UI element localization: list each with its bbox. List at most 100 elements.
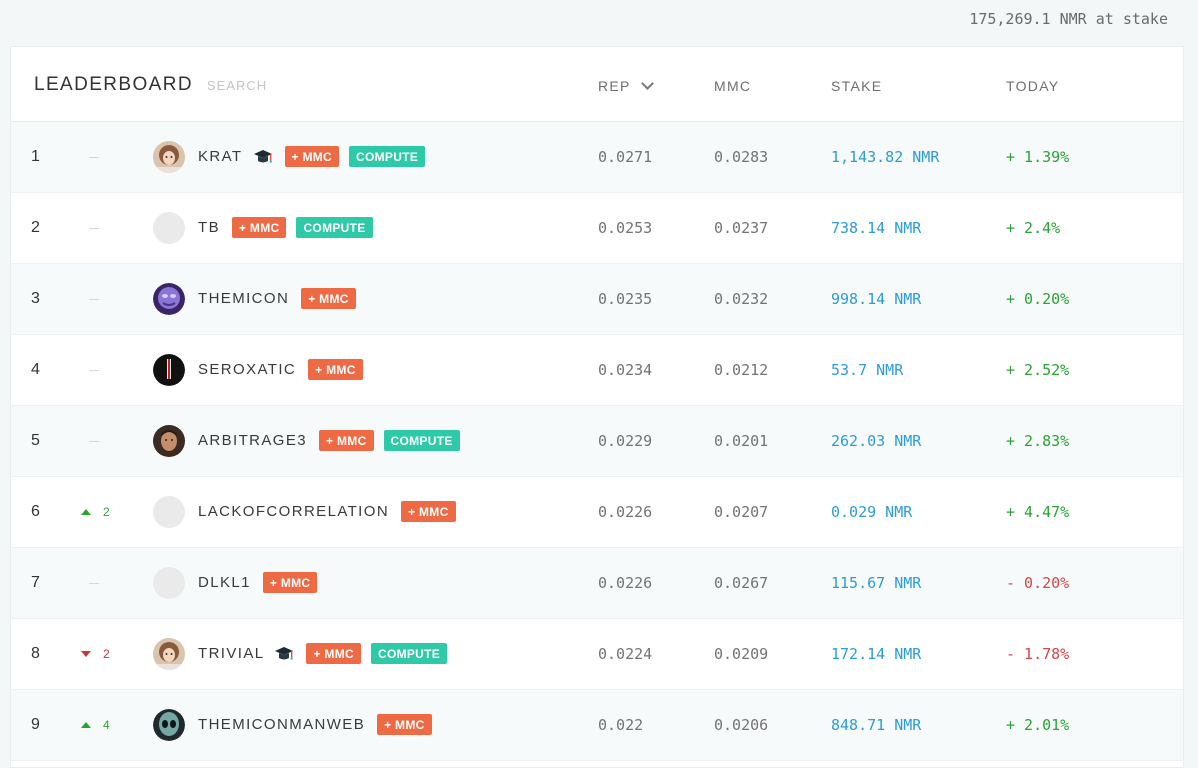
rep-value: 0.0234: [598, 361, 653, 379]
mmc-badge[interactable]: + MMC: [284, 146, 339, 167]
username-link[interactable]: DLKL1: [198, 574, 251, 591]
table-row[interactable]: 8 2 TRIVIAL + MMC COMPUTE 0.0224 0.0209 172.14 …: [11, 619, 1183, 690]
rep-value: 0.0229: [598, 432, 653, 450]
total-stake: 175,269.1 NMR at stake: [969, 10, 1168, 28]
today-change: + 4.47%: [1006, 503, 1070, 521]
table-row[interactable]: 9 4 THEMICONMANWEB + MMC 0.022 0.0206 848.71 N…: [11, 690, 1183, 761]
username-link[interactable]: THEMICONMANWEB: [198, 716, 365, 733]
user-cell: KRAT + MMC COMPUTE: [198, 146, 426, 167]
stake-value[interactable]: 0.029 NMR: [831, 503, 912, 521]
username-link[interactable]: SEROXATIC: [198, 361, 296, 378]
table-row[interactable]: 1 KRAT + MMC COMPUTE 0.0271 0.0283 1,143.82 NM…: [11, 122, 1183, 193]
stake-value[interactable]: 1,143.82 NMR: [831, 148, 939, 166]
compute-badge[interactable]: COMPUTE: [370, 643, 448, 664]
table-row[interactable]: 6 2 LACKOFCORRELATION + MMC 0.0226 0.0207 0.02…: [11, 477, 1183, 548]
username-link[interactable]: LACKOFCORRELATION: [198, 503, 389, 520]
chevron-down-icon: [640, 77, 654, 90]
rank-change: 2: [103, 647, 110, 661]
rep-value: 0.0226: [598, 503, 653, 521]
mmc-value: 0.0209: [714, 645, 769, 663]
mmc-value: 0.0232: [714, 290, 769, 308]
rank-up-icon: [81, 509, 91, 515]
stake-value[interactable]: 53.7 NMR: [831, 361, 903, 379]
username-link[interactable]: ARBITRAGE3: [198, 432, 307, 449]
rank: 5: [31, 432, 40, 449]
user-cell: THEMICONMANWEB + MMC: [198, 714, 432, 735]
compute-badge[interactable]: COMPUTE: [349, 146, 426, 167]
username-link[interactable]: KRAT: [198, 148, 243, 165]
mmc-badge[interactable]: + MMC: [319, 430, 374, 451]
today-change: - 0.20%: [1006, 574, 1070, 592]
avatar[interactable]: [153, 283, 185, 315]
user-cell: DLKL1 + MMC: [198, 572, 318, 593]
mmc-value: 0.0237: [714, 219, 769, 237]
rank-delta: [81, 221, 99, 235]
avatar[interactable]: [153, 354, 185, 386]
rank-change: 2: [103, 505, 110, 519]
mmc-badge[interactable]: + MMC: [377, 714, 432, 735]
stake-value[interactable]: 998.14 NMR: [831, 290, 921, 308]
mmc-badge[interactable]: + MMC: [231, 217, 287, 238]
mmc-badge[interactable]: + MMC: [401, 501, 456, 522]
stake-value[interactable]: 262.03 NMR: [831, 432, 921, 450]
table-row[interactable]: 4 SEROXATIC + MMC 0.0234 0.0212 53.7 NMR + 2.5…: [11, 335, 1183, 406]
mmc-badge[interactable]: + MMC: [301, 288, 356, 309]
rank-delta: 2: [81, 647, 110, 661]
user-cell: SEROXATIC + MMC: [198, 359, 363, 380]
rank: 8: [31, 645, 40, 662]
avatar[interactable]: [153, 638, 185, 670]
rank: 3: [31, 290, 40, 307]
rank-down-icon: [81, 651, 91, 657]
rank-delta: 2: [81, 505, 110, 519]
no-change-icon: [89, 441, 99, 442]
table-row[interactable]: 5 ARBITRAGE3 + MMC COMPUTE 0.0229 0.0201 262.0…: [11, 406, 1183, 477]
mmc-value: 0.0267: [714, 574, 769, 592]
username-link[interactable]: THEMICON: [198, 290, 289, 307]
rank-delta: [81, 150, 99, 164]
rep-value: 0.0271: [598, 148, 653, 166]
stake-value[interactable]: 115.67 NMR: [831, 574, 921, 592]
table-row[interactable]: 7 DLKL1 + MMC 0.0226 0.0267 115.67 NMR - 0.20%: [11, 548, 1183, 619]
search-input[interactable]: [207, 78, 327, 93]
mmc-badge[interactable]: + MMC: [306, 643, 361, 664]
compute-badge[interactable]: COMPUTE: [383, 430, 460, 451]
table-row[interactable]: 2 TB + MMC COMPUTE 0.0253 0.0237 738.14 NMR + 2…: [11, 193, 1183, 264]
no-change-icon: [89, 370, 99, 371]
column-header-rep[interactable]: REP: [598, 77, 654, 94]
user-cell: TB + MMC COMPUTE: [198, 217, 373, 238]
mmc-value: 0.0206: [714, 716, 769, 734]
leaderboard-header: LEADERBOARD REP MMC STAKE TODAY: [11, 47, 1183, 122]
compute-badge[interactable]: COMPUTE: [296, 217, 373, 238]
no-change-icon: [89, 228, 99, 229]
stake-value[interactable]: 848.71 NMR: [831, 716, 921, 734]
mmc-value: 0.0201: [714, 432, 769, 450]
mmc-badge[interactable]: + MMC: [262, 572, 318, 593]
leaderboard-rows: 1 KRAT + MMC COMPUTE 0.0271 0.0283 1,143.82 NM…: [11, 122, 1183, 761]
column-header-stake[interactable]: STAKE: [831, 78, 882, 94]
stake-value[interactable]: 738.14 NMR: [831, 219, 921, 237]
rep-value: 0.022: [598, 716, 644, 734]
username-link[interactable]: TRIVIAL: [198, 645, 264, 662]
rank: 6: [31, 503, 40, 520]
avatar[interactable]: [153, 709, 185, 741]
avatar[interactable]: [153, 567, 185, 599]
table-row[interactable]: 3 THEMICON + MMC 0.0235 0.0232 998.14 NMR + 0.…: [11, 264, 1183, 335]
rank-delta: [81, 363, 99, 377]
username-link[interactable]: TB: [198, 219, 220, 236]
graduation-cap-icon: [253, 148, 273, 166]
rank: 4: [31, 361, 40, 378]
avatar[interactable]: [153, 496, 185, 528]
graduation-cap-icon: [274, 645, 294, 663]
today-change: + 2.83%: [1006, 432, 1070, 450]
rep-value: 0.0235: [598, 290, 653, 308]
avatar[interactable]: [153, 425, 185, 457]
stake-value[interactable]: 172.14 NMR: [831, 645, 921, 663]
mmc-badge[interactable]: + MMC: [308, 359, 363, 380]
user-cell: LACKOFCORRELATION + MMC: [198, 501, 456, 522]
avatar[interactable]: [153, 141, 185, 173]
column-header-today[interactable]: TODAY: [1006, 78, 1059, 94]
avatar[interactable]: [153, 212, 185, 244]
column-header-mmc[interactable]: MMC: [714, 78, 751, 94]
column-rep-label: REP: [598, 78, 631, 94]
no-change-icon: [89, 157, 99, 158]
